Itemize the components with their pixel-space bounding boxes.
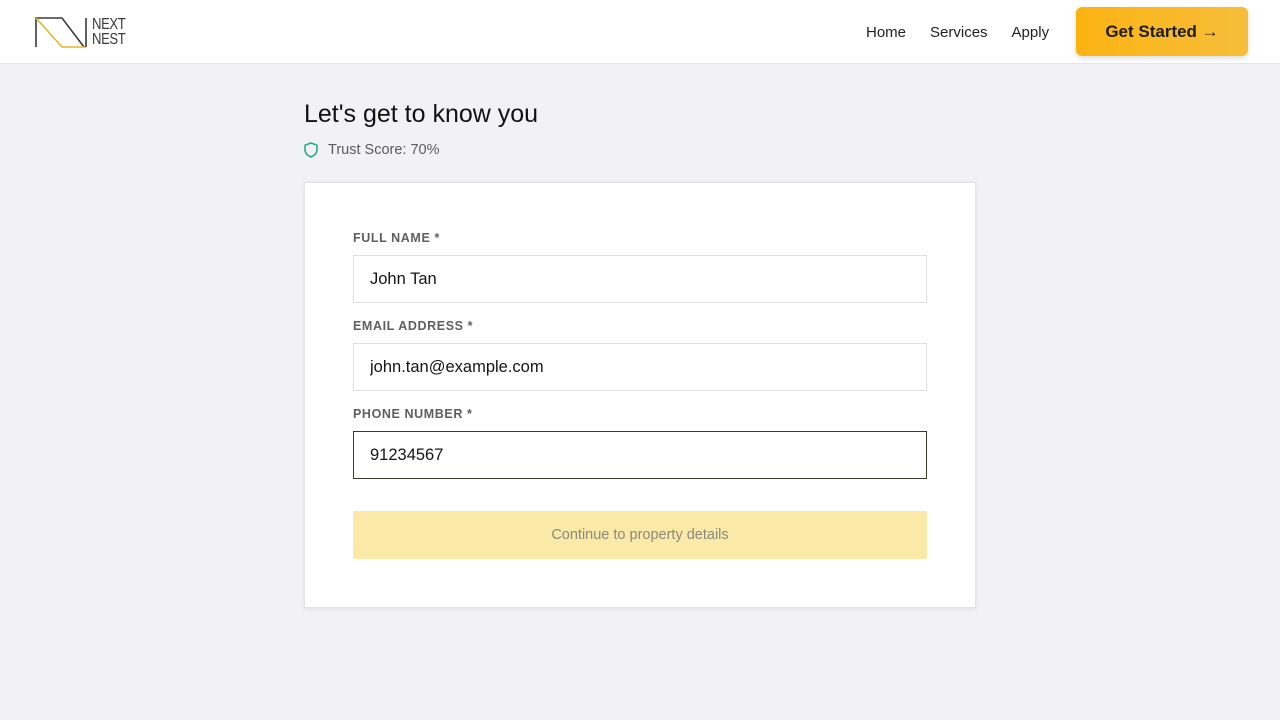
logo-line-1: NEXT <box>92 16 126 33</box>
main-nav: Home Services Apply <box>866 0 1073 64</box>
logo-line-2: NEST <box>92 31 126 48</box>
logo-wordmark: NEXT NEST <box>92 16 126 48</box>
shield-icon <box>304 141 320 159</box>
continue-button[interactable]: Continue to property details <box>353 511 927 559</box>
full-name-input[interactable] <box>353 255 927 303</box>
logo-mark-icon <box>35 17 87 48</box>
email-input[interactable] <box>353 343 927 391</box>
page-title: Let's get to know you <box>304 100 539 128</box>
brand-logo[interactable]: NEXT NEST <box>34 14 134 50</box>
nav-apply-link[interactable]: Apply <box>1012 24 1050 41</box>
trust-score-text: Trust Score: 70% <box>328 142 440 158</box>
phone-input[interactable] <box>353 431 927 479</box>
phone-label: PHONE NUMBER * <box>353 407 473 421</box>
trust-score: Trust Score: 70% <box>304 141 439 159</box>
contact-form-card: FULL NAME * EMAIL ADDRESS * PHONE NUMBER… <box>304 182 976 608</box>
nav-services-link[interactable]: Services <box>930 24 988 41</box>
nav-home-link[interactable]: Home <box>866 24 906 41</box>
email-label: EMAIL ADDRESS * <box>353 319 474 333</box>
full-name-label: FULL NAME * <box>353 231 440 245</box>
top-header: NEXT NEST Home Services Apply Get Starte… <box>0 0 1280 64</box>
get-started-button[interactable]: Get Started → <box>1076 7 1248 56</box>
